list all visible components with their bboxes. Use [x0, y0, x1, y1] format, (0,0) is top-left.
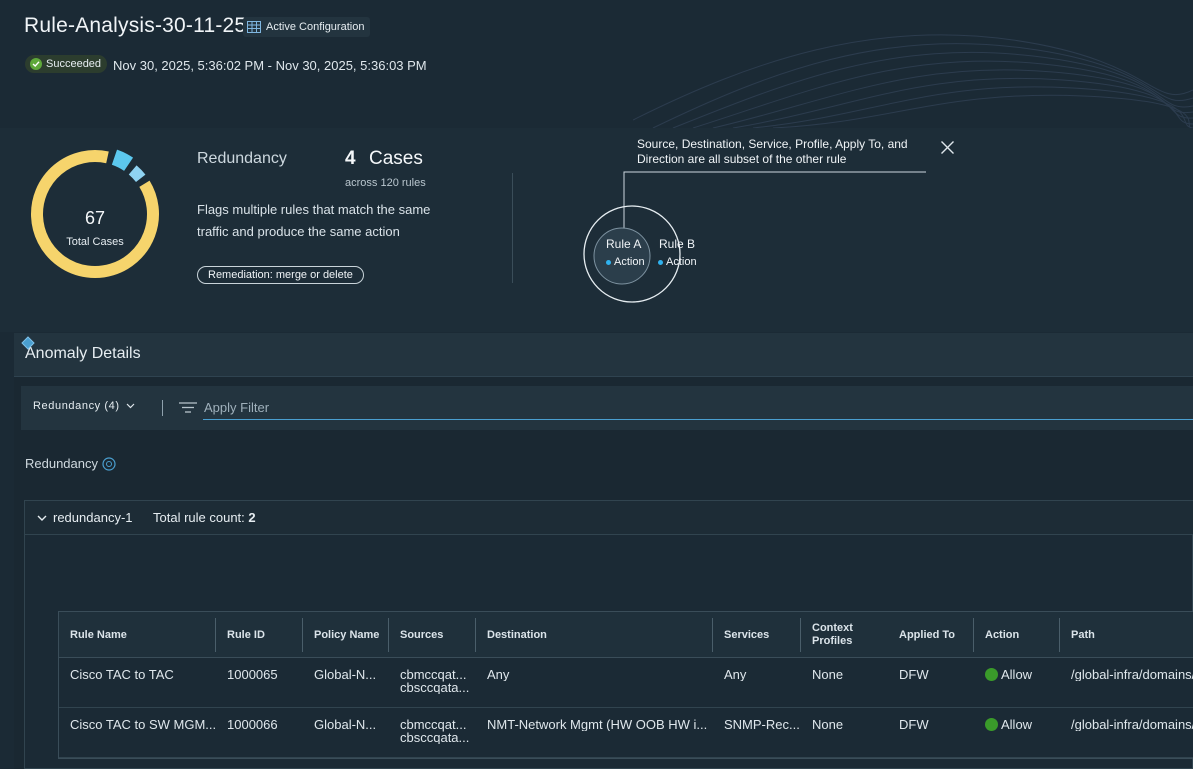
- column-header-applied-to[interactable]: Applied To: [888, 612, 974, 658]
- cell-applied-to: DFW: [899, 718, 929, 731]
- cell-policy-name: Global-N...: [314, 718, 377, 731]
- cell-action: Allow: [974, 718, 1060, 731]
- bullet-icon: [658, 259, 663, 265]
- table-header: Rule Name Rule ID Policy Name Sources De…: [59, 612, 1193, 658]
- column-header-rule-id[interactable]: Rule ID: [216, 612, 303, 658]
- cell-path: /global-infra/domains/: [1071, 718, 1193, 731]
- group-count-label: Total rule count:: [153, 510, 245, 525]
- redundancy-group-title: Redundancy: [25, 456, 98, 471]
- filter-separator: [162, 400, 163, 416]
- cell-rule-name: Cisco TAC to TAC: [70, 668, 174, 681]
- redundancy-group-label: Redundancy: [25, 456, 116, 471]
- cell-action: Allow: [974, 668, 1060, 681]
- rule-b-label: Rule B: [659, 237, 696, 251]
- header-wave-decoration: [633, 34, 1193, 128]
- remediation-badge: Remediation: merge or delete: [197, 266, 364, 284]
- total-cases-value: 67: [84, 208, 106, 228]
- cell-path: /global-infra/domains/: [1071, 668, 1193, 681]
- column-header-context-profiles[interactable]: Context Profiles: [801, 612, 888, 658]
- info-icon[interactable]: [102, 456, 116, 471]
- anomaly-type-dropdown[interactable]: Redundancy (4): [33, 400, 135, 412]
- active-configuration-label: Active Configuration: [266, 21, 365, 33]
- cases-subtitle: across 120 rules: [345, 177, 426, 189]
- column-header-destination[interactable]: Destination: [476, 612, 713, 658]
- chevron-down-icon: [126, 403, 135, 409]
- column-header-policy-name[interactable]: Policy Name: [303, 612, 389, 658]
- donut-segment-other[interactable]: [128, 165, 146, 183]
- cell-sources: cbmccqat... cbsccqata...: [389, 718, 476, 744]
- allow-status-icon: [985, 718, 998, 731]
- time-range: Nov 30, 2025, 5:36:02 PM - Nov 30, 2025,…: [113, 58, 427, 73]
- cases-label: Cases: [369, 148, 423, 169]
- summary-panel: 67 Total Cases Redundancy 4 Cases across…: [0, 128, 1193, 332]
- rule-b-action: Action: [658, 256, 697, 268]
- cell-services: SNMP-Rec...: [724, 718, 800, 731]
- rule-a-label: Rule A: [606, 237, 642, 251]
- cell-rule-id: 1000066: [227, 718, 278, 731]
- callout-leader-line: [623, 171, 926, 240]
- group-count-value: 2: [248, 510, 256, 525]
- anomaly-type-selected: Redundancy (4): [33, 400, 120, 412]
- bullet-icon: [606, 259, 611, 265]
- filter-icon: [179, 402, 197, 413]
- cell-action-label: Allow: [1001, 668, 1033, 681]
- check-circle-icon: [30, 58, 42, 70]
- category-description: Flags multiple rules that match the same…: [197, 202, 431, 239]
- filter-bar: Redundancy (4): [21, 386, 1193, 430]
- cell-policy-name: Global-N...: [314, 668, 377, 681]
- column-header-action[interactable]: Action: [974, 612, 1060, 658]
- cell-source-2: cbsccqata...: [400, 730, 470, 744]
- table-row[interactable]: Cisco TAC to TAC 1000065 Global-N... cbm…: [59, 658, 1193, 708]
- donut-segment-redundancy[interactable]: [111, 149, 134, 172]
- page-header: Rule-Analysis-30-11-25 Active Configurat…: [0, 0, 1193, 128]
- status-label: Succeeded: [46, 58, 102, 70]
- page-title: Rule-Analysis-30-11-25: [24, 14, 247, 37]
- cell-destination: Any: [487, 668, 510, 681]
- cell-context-profiles: None: [812, 718, 844, 731]
- column-header-sources[interactable]: Sources: [389, 612, 476, 658]
- cell-action-label: Allow: [1001, 718, 1033, 731]
- cell-rule-name: Cisco TAC to SW MGM...: [70, 718, 216, 731]
- status-badge: Succeeded: [25, 55, 108, 73]
- total-cases-label: Total Cases: [66, 236, 124, 248]
- group-header: redundancy-1 Total rule count: 2: [25, 501, 1193, 535]
- anomaly-details-title: Anomaly Details: [25, 345, 141, 362]
- rule-b-action-label: Action: [666, 256, 697, 268]
- cell-services: Any: [724, 668, 747, 681]
- close-icon[interactable]: [940, 140, 955, 155]
- column-header-services[interactable]: Services: [713, 612, 801, 658]
- group-rule-count: Total rule count: 2: [153, 510, 256, 525]
- anomaly-details-section: Anomaly Details Redundancy (4) Redundanc…: [14, 333, 1193, 769]
- group-toggle[interactable]: redundancy-1: [37, 510, 133, 525]
- group-name: redundancy-1: [53, 510, 133, 525]
- column-header-path[interactable]: Path: [1060, 612, 1193, 658]
- selected-row-diamond-icon: [21, 336, 35, 350]
- redundancy-group-panel: redundancy-1 Total rule count: 2 Rule Na…: [24, 500, 1193, 769]
- table-row[interactable]: Cisco TAC to SW MGM... 1000066 Global-N.…: [59, 708, 1193, 758]
- chevron-down-icon: [37, 515, 47, 521]
- allow-status-icon: [985, 668, 998, 681]
- cell-destination: NMT-Network Mgmt (HW OOB HW i...: [487, 718, 708, 731]
- cell-source-2: cbsccqata...: [400, 680, 470, 694]
- rules-table: Rule Name Rule ID Policy Name Sources De…: [58, 611, 1193, 759]
- vertical-divider: [512, 173, 513, 283]
- table-icon: [247, 21, 261, 33]
- cell-context-profiles: None: [812, 668, 844, 681]
- cell-sources: cbmccqat... cbsccqata...: [389, 668, 476, 694]
- rule-a-action-label: Action: [614, 256, 645, 268]
- cell-applied-to: DFW: [899, 668, 929, 681]
- category-title: Redundancy: [197, 150, 287, 167]
- rule-a-action: Action: [606, 256, 645, 268]
- apply-filter-input[interactable]: [203, 396, 1193, 420]
- cell-rule-id: 1000065: [227, 668, 278, 681]
- callout-text: Source, Destination, Service, Profile, A…: [637, 137, 908, 166]
- anomaly-details-header: Anomaly Details: [14, 333, 1193, 377]
- cases-count: 4: [345, 148, 356, 169]
- column-header-rule-name[interactable]: Rule Name: [59, 612, 216, 658]
- active-configuration-badge[interactable]: Active Configuration: [243, 17, 371, 37]
